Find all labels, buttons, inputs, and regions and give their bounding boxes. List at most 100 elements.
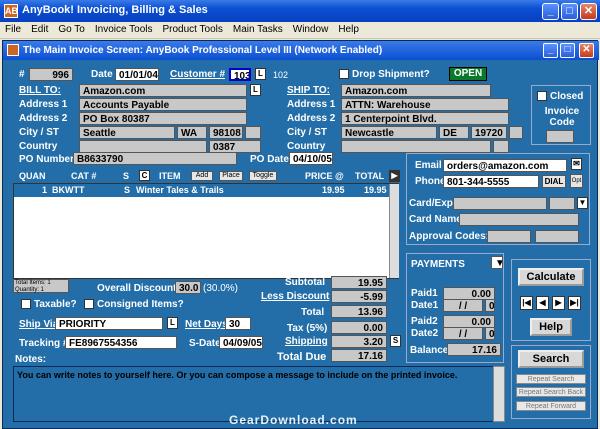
- taxable-checkbox[interactable]: [21, 299, 31, 309]
- row-item: Winter Tales & Trails: [136, 185, 224, 195]
- add-item-button[interactable]: Add: [191, 171, 213, 181]
- total-items-text: Total Items: 1: [15, 280, 51, 286]
- quantity-text: Quantity: 1: [15, 287, 45, 293]
- inner-close-button[interactable]: ✕: [579, 43, 594, 58]
- calculate-button[interactable]: Calculate: [518, 268, 584, 286]
- card-exp-field[interactable]: [549, 197, 575, 210]
- discount-field[interactable]: 30.0: [175, 281, 201, 294]
- col-c-button[interactable]: C: [139, 170, 150, 181]
- ship-name-field[interactable]: Amazon.com: [341, 84, 491, 97]
- ship-country-code-field[interactable]: [493, 140, 509, 153]
- tracking-field[interactable]: FE8967554356: [65, 336, 177, 349]
- consigned-checkbox[interactable]: [84, 299, 94, 309]
- search-button[interactable]: Search: [518, 350, 584, 368]
- bill-state-field[interactable]: WA: [177, 126, 207, 139]
- repeat-forward-button[interactable]: Repeat Forward: [516, 401, 586, 411]
- bill-zip-field[interactable]: 98108: [209, 126, 243, 139]
- card-dropdown-icon[interactable]: ▼: [577, 197, 588, 209]
- consigned-label: Consigned Items?: [97, 299, 184, 310]
- menu-invoice-tools[interactable]: Invoice Tools: [90, 22, 158, 37]
- close-button[interactable]: ✕: [580, 3, 597, 20]
- date1-field[interactable]: / /: [443, 299, 483, 312]
- customer-label[interactable]: Customer #: [170, 69, 225, 80]
- po-number-field[interactable]: B8633790: [73, 152, 237, 165]
- notes-scrollbar[interactable]: [493, 366, 505, 422]
- ship-address2-field[interactable]: 1 Centerpoint Blvd.: [341, 112, 509, 125]
- payments-dropdown[interactable]: ▼: [491, 256, 503, 269]
- menu-main-tasks[interactable]: Main Tasks: [228, 22, 288, 37]
- ship-city-field[interactable]: Newcastle: [341, 126, 437, 139]
- first-record-icon[interactable]: |◀: [520, 296, 533, 310]
- closed-panel: Closed Invoice Code: [531, 85, 591, 145]
- last-record-icon[interactable]: ▶|: [568, 296, 581, 310]
- bill-lookup-button[interactable]: L: [250, 84, 261, 96]
- card-number-field[interactable]: [453, 197, 547, 210]
- date2-field[interactable]: / /: [443, 327, 483, 340]
- col-quan: QUAN: [19, 171, 46, 181]
- table-row[interactable]: 1 BKWTT S Winter Tales & Trails 19.95 19…: [14, 184, 389, 197]
- col-cat: CAT #: [71, 171, 97, 181]
- date-field[interactable]: 01/01/04: [115, 68, 159, 81]
- menu-help[interactable]: Help: [333, 22, 364, 37]
- s-date-label: S-Date: [189, 338, 221, 349]
- date1-value[interactable]: 0: [485, 299, 495, 312]
- bill-address1-field[interactable]: Accounts Payable: [79, 98, 247, 111]
- repeat-search-button[interactable]: Repeat Search: [516, 374, 586, 384]
- drop-shipment-checkbox[interactable]: [339, 69, 349, 79]
- next-record-icon[interactable]: ▶: [552, 296, 565, 310]
- menu-product-tools[interactable]: Product Tools: [158, 22, 228, 37]
- customer-field[interactable]: 103: [229, 68, 251, 81]
- next-arrow-icon[interactable]: ▶: [389, 170, 400, 182]
- date2-value[interactable]: 0: [485, 327, 495, 340]
- minimize-button[interactable]: _: [542, 3, 559, 20]
- item-list[interactable]: 1 BKWTT S Winter Tales & Trails 19.95 19…: [13, 183, 399, 279]
- ship-zip-field[interactable]: 19720: [471, 126, 507, 139]
- closed-checkbox[interactable]: [537, 91, 547, 101]
- maximize-button[interactable]: □: [561, 3, 578, 20]
- po-number-label: PO Number: [19, 154, 75, 165]
- subtotal-field: 19.95: [331, 276, 387, 289]
- place-item-button[interactable]: Place: [219, 171, 243, 181]
- toggle-item-button[interactable]: Toggle: [249, 171, 277, 181]
- bill-name-field[interactable]: Amazon.com: [79, 84, 247, 97]
- s-date-field[interactable]: 04/09/05: [219, 336, 263, 349]
- balance-label: Balance: [410, 345, 449, 356]
- menu-goto[interactable]: Go To: [53, 22, 90, 37]
- card-name-field[interactable]: [459, 213, 579, 226]
- customer-lookup-button[interactable]: L: [255, 68, 266, 80]
- menu-file[interactable]: File: [0, 22, 26, 37]
- bill-city-field[interactable]: Seattle: [79, 126, 175, 139]
- ship-zip-ext-field[interactable]: [509, 126, 523, 139]
- ship-via-field[interactable]: PRIORITY: [55, 317, 163, 330]
- menu-edit[interactable]: Edit: [26, 22, 53, 37]
- ship-country-label: Country: [287, 141, 326, 152]
- ship-via-lookup-button[interactable]: L: [167, 317, 178, 329]
- approval-code1-field[interactable]: [487, 230, 531, 243]
- app-icon: AB: [4, 4, 18, 18]
- email-field[interactable]: orders@amazon.com: [443, 159, 567, 172]
- shipping-field[interactable]: 3.20: [331, 335, 387, 348]
- ship-address1-field[interactable]: ATTN: Warehouse: [341, 98, 509, 111]
- repeat-search-back-button[interactable]: Repeat Search Back: [516, 387, 586, 397]
- invoice-code-field[interactable]: [546, 130, 574, 143]
- net-days-field[interactable]: 30: [225, 317, 251, 330]
- po-date-field[interactable]: 04/10/05: [289, 152, 333, 165]
- inner-minimize-button[interactable]: _: [543, 43, 558, 58]
- bill-address2-field[interactable]: PO Box 80387: [79, 112, 247, 125]
- bill-zip-ext-field[interactable]: [245, 126, 261, 139]
- ship-country-field[interactable]: [341, 140, 491, 153]
- phone-field[interactable]: 801-344-5555: [443, 175, 539, 188]
- item-list-scrollbar[interactable]: [389, 184, 399, 278]
- approval-code2-field[interactable]: [535, 230, 579, 243]
- ship-state-field[interactable]: DE: [439, 126, 469, 139]
- dial-button[interactable]: DIAL: [542, 175, 566, 188]
- prev-record-icon[interactable]: ◀: [536, 296, 549, 310]
- shipping-calc-button[interactable]: S: [390, 335, 401, 347]
- email-send-icon[interactable]: ✉: [571, 158, 582, 170]
- inner-maximize-button[interactable]: □: [560, 43, 575, 58]
- invoice-number-field[interactable]: 996: [29, 68, 73, 81]
- menu-window[interactable]: Window: [288, 22, 334, 37]
- help-button[interactable]: Help: [530, 318, 572, 336]
- options-button[interactable]: Opt: [570, 174, 583, 188]
- total-due-label: Total Due: [277, 351, 327, 363]
